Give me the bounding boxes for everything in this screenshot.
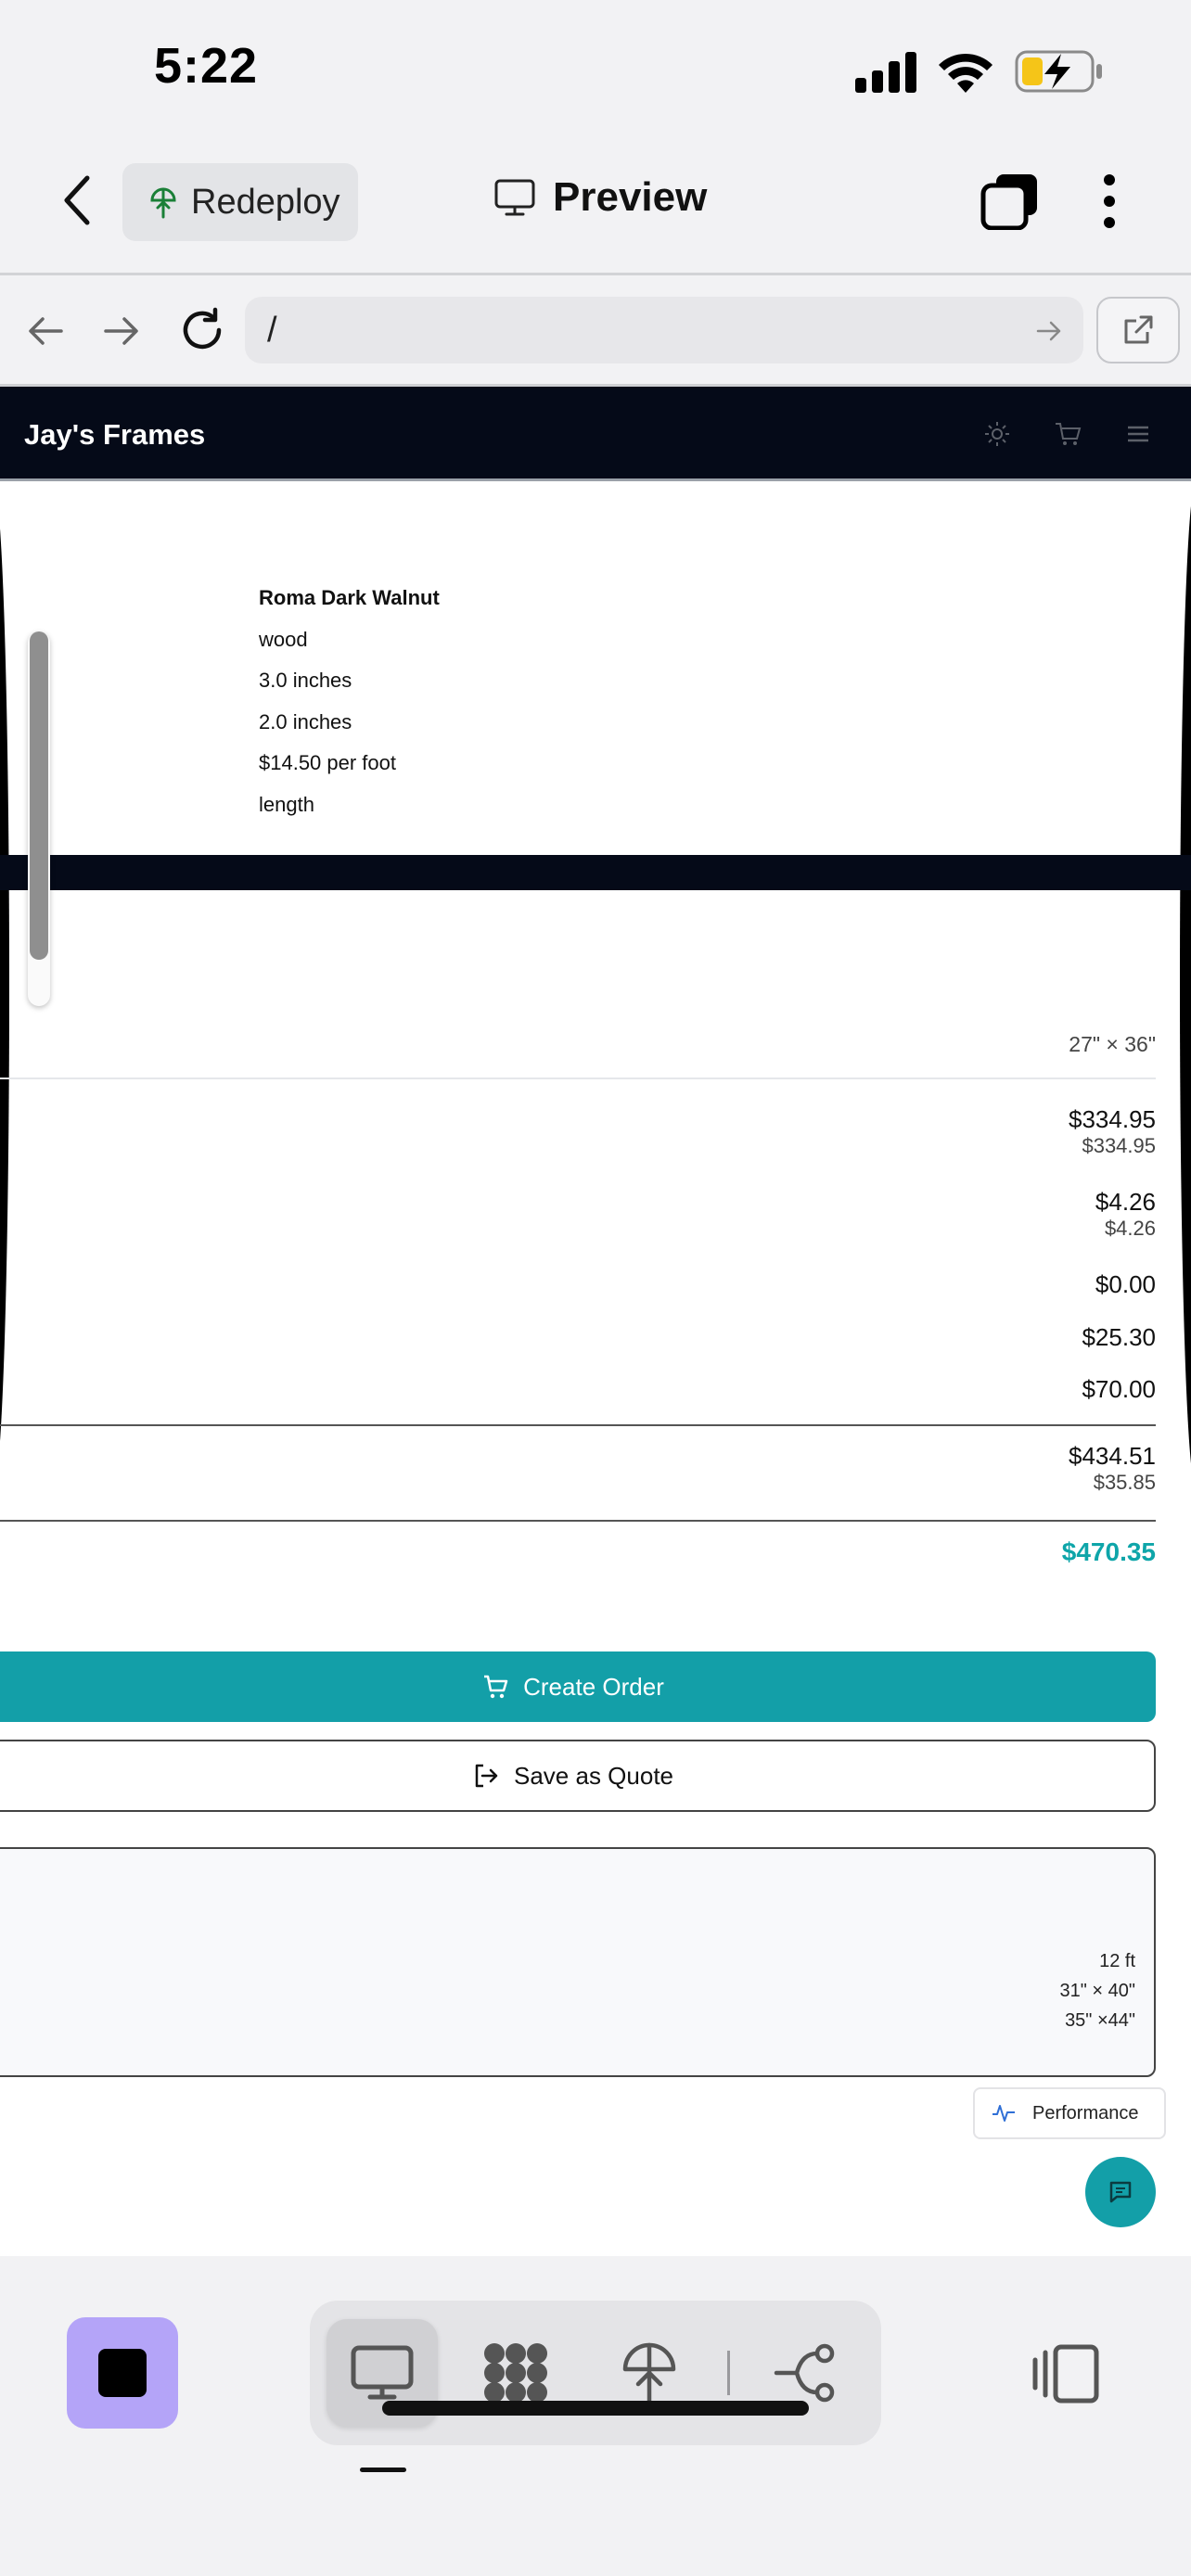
left-edge-shadow	[0, 484, 9, 1486]
go-arrow-icon[interactable]	[1035, 317, 1063, 345]
git-branch-icon	[774, 2343, 835, 2403]
tab-separator	[727, 2351, 730, 2395]
battery-charging-icon	[1015, 50, 1102, 93]
subtotal: $434.51 $35.85	[1069, 1442, 1156, 1495]
active-tab-indicator	[360, 2468, 406, 2472]
url-input[interactable]: /	[245, 297, 1083, 363]
price-sub: $4.26	[1104, 1217, 1156, 1240]
preview-title-label: Preview	[553, 174, 708, 220]
preview-title: Preview	[493, 174, 707, 221]
site-header: Jay's Frames	[0, 387, 1191, 481]
status-time: 5:22	[154, 38, 259, 94]
price-main: $4.26	[1095, 1188, 1156, 1216]
desktop-icon	[494, 179, 535, 216]
deploy-icon	[622, 2342, 676, 2405]
scrollbar-thumb[interactable]	[30, 631, 48, 960]
subtotal-divider	[0, 1424, 1156, 1426]
summary-moulding-length: 12 ft	[1099, 1951, 1135, 1971]
stop-button[interactable]	[67, 2317, 178, 2429]
open-external-button[interactable]	[1096, 297, 1180, 363]
create-order-button[interactable]: Create Order	[0, 1651, 1156, 1722]
price-line-2: $4.26 $4.26	[1095, 1188, 1156, 1241]
price-line-4: $25.30	[1082, 1323, 1156, 1352]
chat-icon	[1109, 2181, 1132, 2203]
redeploy-button[interactable]: Redeploy	[122, 163, 358, 241]
tabs-icon[interactable]	[980, 172, 1039, 230]
frame-depth: 2.0 inches	[259, 709, 352, 733]
summary-outer-size: 35" ×44"	[1065, 2010, 1135, 2031]
theme-toggle-icon[interactable]	[983, 420, 1011, 448]
redeploy-label: Redeploy	[191, 182, 340, 222]
browser-forward-icon[interactable]	[100, 310, 143, 352]
frame-material: wood	[259, 627, 308, 651]
save-quote-button[interactable]: Save as Quote	[0, 1740, 1156, 1812]
subtotal-main: $434.51	[1069, 1442, 1156, 1470]
reload-icon[interactable]	[176, 304, 228, 356]
site-preview: Jay's Frames Roma Dark Walnut wood 3.0 i…	[0, 387, 1191, 2256]
price-line-5: $70.00	[1082, 1375, 1156, 1404]
summary-mat-size: 31" × 40"	[1059, 1981, 1135, 2001]
cart-icon	[484, 1675, 508, 1699]
frame-price: $14.50 per foot	[259, 751, 397, 774]
order-summary-box: 12 ft 31" × 40" 35" ×44"	[0, 1847, 1156, 2077]
menu-icon[interactable]	[1124, 420, 1152, 448]
order-total: $470.35	[1061, 1537, 1156, 1566]
frame-size: 27" × 36"	[1069, 1032, 1156, 1056]
price-line-3: $0.00	[1095, 1270, 1156, 1299]
frame-width: 3.0 inches	[259, 669, 352, 692]
frame-name: Roma Dark Walnut	[259, 586, 440, 609]
home-indicator	[382, 2401, 809, 2416]
top-divider	[0, 273, 1191, 275]
frame-details: Roma Dark Walnut wood 3.0 inches 2.0 inc…	[259, 578, 440, 825]
view-switcher	[310, 2301, 881, 2445]
performance-button[interactable]: Performance	[973, 2087, 1166, 2139]
right-edge-shadow	[1180, 484, 1191, 1486]
price-main: $334.95	[1069, 1105, 1156, 1133]
side-panel-icon[interactable]	[1031, 2341, 1102, 2406]
activity-icon	[992, 2105, 1015, 2122]
price-main: $70.00	[1082, 1375, 1156, 1403]
subtotal-tax: $35.85	[1093, 1471, 1156, 1494]
cellular-signal-icon	[855, 52, 916, 93]
export-icon	[475, 1764, 498, 1788]
bottom-toolbar	[0, 2256, 1191, 2576]
price-main: $0.00	[1095, 1270, 1156, 1298]
size-divider	[0, 1078, 1156, 1079]
frame-unit: length	[259, 792, 314, 816]
external-link-icon	[1124, 315, 1153, 344]
create-order-label: Create Order	[523, 1672, 664, 1701]
browser-back-icon[interactable]	[24, 310, 67, 352]
price-sub: $334.95	[1082, 1134, 1156, 1157]
back-icon[interactable]	[54, 172, 102, 228]
desktop-icon	[351, 2345, 414, 2400]
price-line-1: $334.95 $334.95	[1069, 1105, 1156, 1158]
scrollbar[interactable]	[28, 631, 50, 1006]
chat-button[interactable]	[1085, 2157, 1156, 2227]
site-brand[interactable]: Jay's Frames	[24, 418, 205, 452]
url-text: /	[267, 310, 277, 350]
section-band	[0, 855, 1191, 890]
more-options-icon[interactable]	[1100, 172, 1119, 230]
performance-label: Performance	[1032, 2102, 1139, 2123]
deploy-icon	[150, 187, 176, 219]
workspace-icon	[484, 2343, 547, 2403]
cart-icon[interactable]	[1054, 420, 1082, 448]
price-main: $25.30	[1082, 1323, 1156, 1351]
wifi-icon	[939, 53, 992, 93]
save-quote-label: Save as Quote	[514, 1761, 673, 1790]
stop-icon	[98, 2349, 147, 2397]
total-divider	[0, 1520, 1156, 1522]
